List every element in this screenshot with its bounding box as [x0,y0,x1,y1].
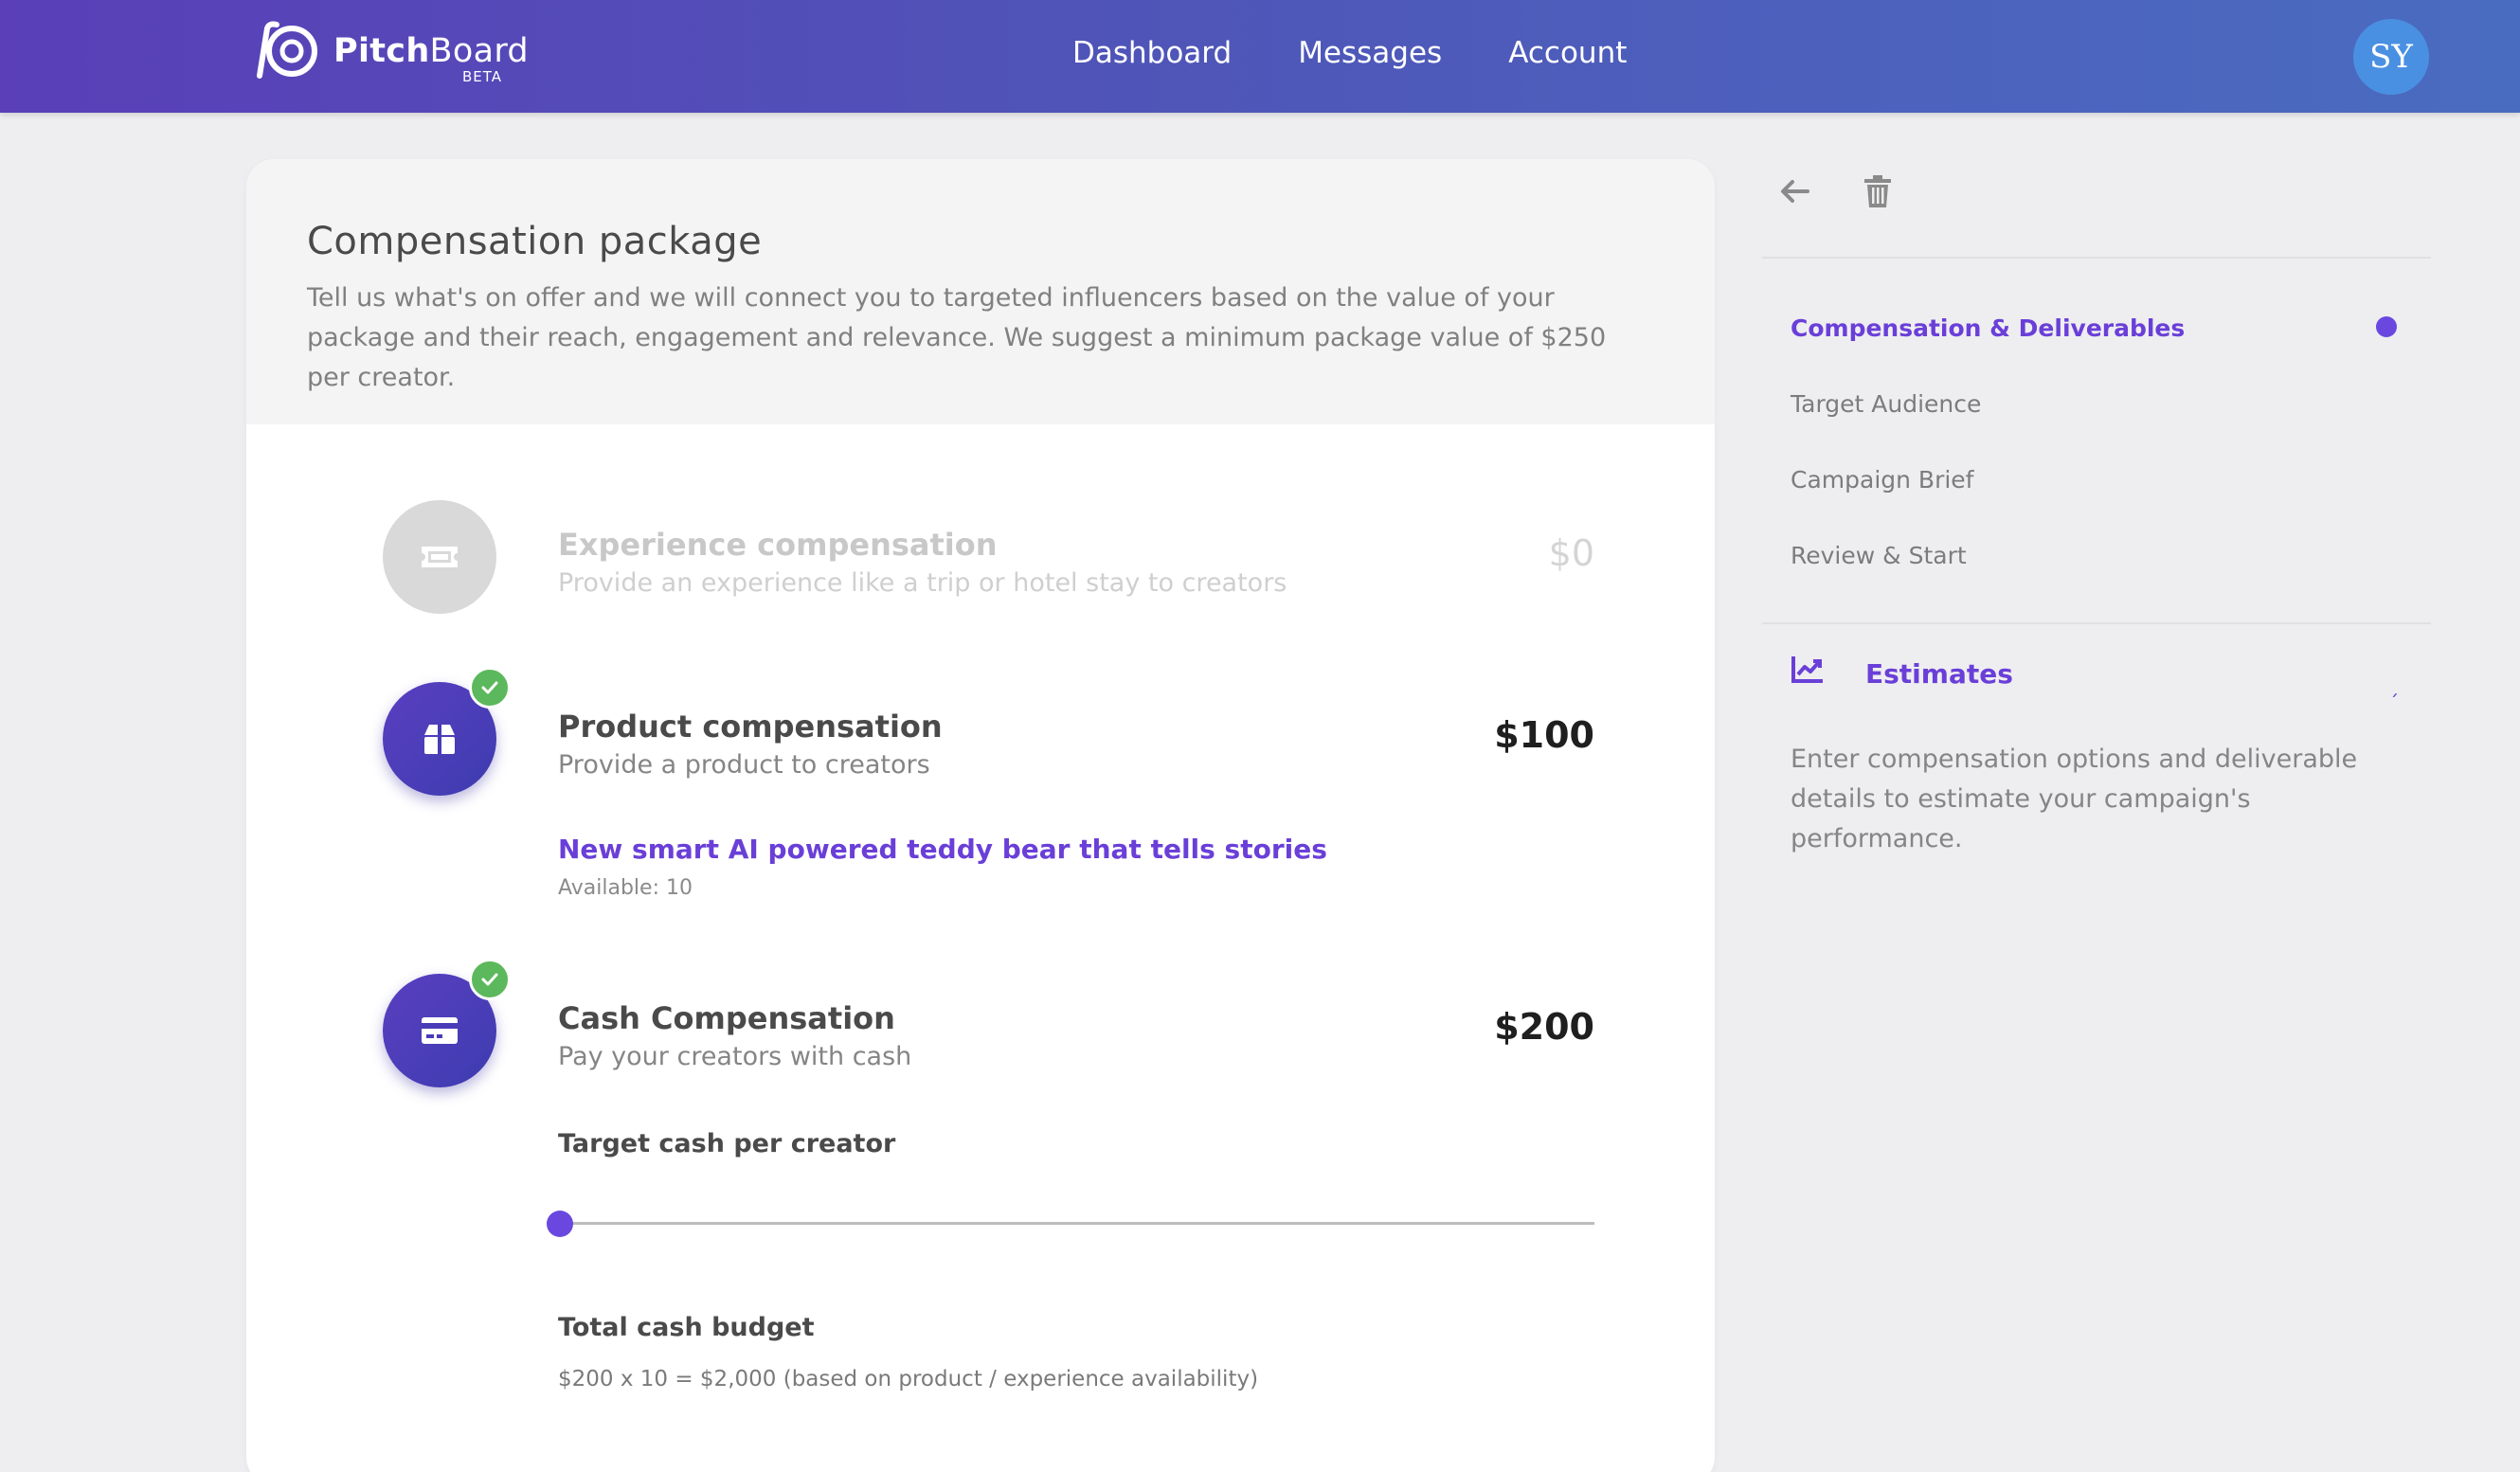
nav-dashboard[interactable]: Dashboard [1072,36,1232,70]
chevron-down-icon[interactable]: ˏ [2389,674,2399,697]
nav-account[interactable]: Account [1508,36,1627,70]
estimates-description: Enter compensation options and deliverab… [1791,745,2358,853]
step-compensation-deliverables[interactable]: Compensation & Deliverables [1791,314,2185,342]
trash-icon [1864,175,1891,207]
total-cash-budget-note: $200 x 10 = $2,000 (based on product / e… [558,1367,1259,1391]
experience-option-icon-circle[interactable] [383,500,496,614]
experience-option-amount: $0 [1548,532,1594,574]
product-option-subtitle: Provide a product to creators [558,750,930,780]
ticket-icon [422,547,458,567]
main-nav: Dashboard Messages Account [1072,36,1693,70]
product-option-title: Product compensation [558,709,943,745]
target-cash-slider-thumb[interactable] [547,1211,573,1237]
credit-card-icon [422,1017,458,1044]
estimates-toggle[interactable]: Estimates [1865,658,2013,690]
experience-option-subtitle: Provide an experience like a trip or hot… [558,568,1287,598]
cash-option-subtitle: Pay your creators with cash [558,1042,912,1071]
page-title: Compensation package [307,220,763,263]
target-cash-slider-track[interactable] [558,1222,1594,1225]
active-step-indicator [2376,316,2397,337]
pitchboard-logo-mark-icon [257,21,317,79]
step-target-audience[interactable]: Target Audience [1791,390,1981,418]
product-selected-check-icon [469,667,511,709]
cash-option-amount: $200 [1494,1006,1594,1048]
back-button[interactable] [1773,171,1815,212]
target-cash-label: Target cash per creator [558,1129,896,1158]
experience-option-title: Experience compensation [558,527,998,563]
box-icon [424,725,455,754]
step-review-start[interactable]: Review & Start [1791,542,1967,569]
compensation-card: Compensation package Tell us what's on o… [246,159,1715,1472]
sidebar-divider-middle [1762,622,2431,624]
cash-option-title: Cash Compensation [558,1000,895,1036]
brand-name: PitchBoard [333,32,529,70]
total-cash-budget-label: Total cash budget [558,1313,815,1342]
beta-badge: BETA [462,68,503,85]
chart-line-icon [1791,656,1823,683]
card-header: Compensation package Tell us what's on o… [246,159,1715,424]
sidebar-divider-top [1762,257,2431,259]
page-description: Tell us what's on offer and we will conn… [307,283,1607,392]
top-navbar: PitchBoard BETA Dashboard Messages Accou… [0,0,2520,113]
product-name-link[interactable]: New smart AI powered teddy bear that tel… [558,834,1327,865]
step-campaign-brief[interactable]: Campaign Brief [1791,466,1973,494]
cash-selected-check-icon [469,959,511,1000]
delete-button[interactable] [1857,171,1899,212]
user-avatar[interactable]: SY [2353,19,2429,95]
back-arrow-icon [1781,180,1809,203]
product-availability: Available: 10 [558,876,693,900]
pitchboard-logo[interactable]: PitchBoard BETA [250,19,534,91]
nav-messages[interactable]: Messages [1298,36,1442,70]
product-option-amount: $100 [1494,714,1594,756]
